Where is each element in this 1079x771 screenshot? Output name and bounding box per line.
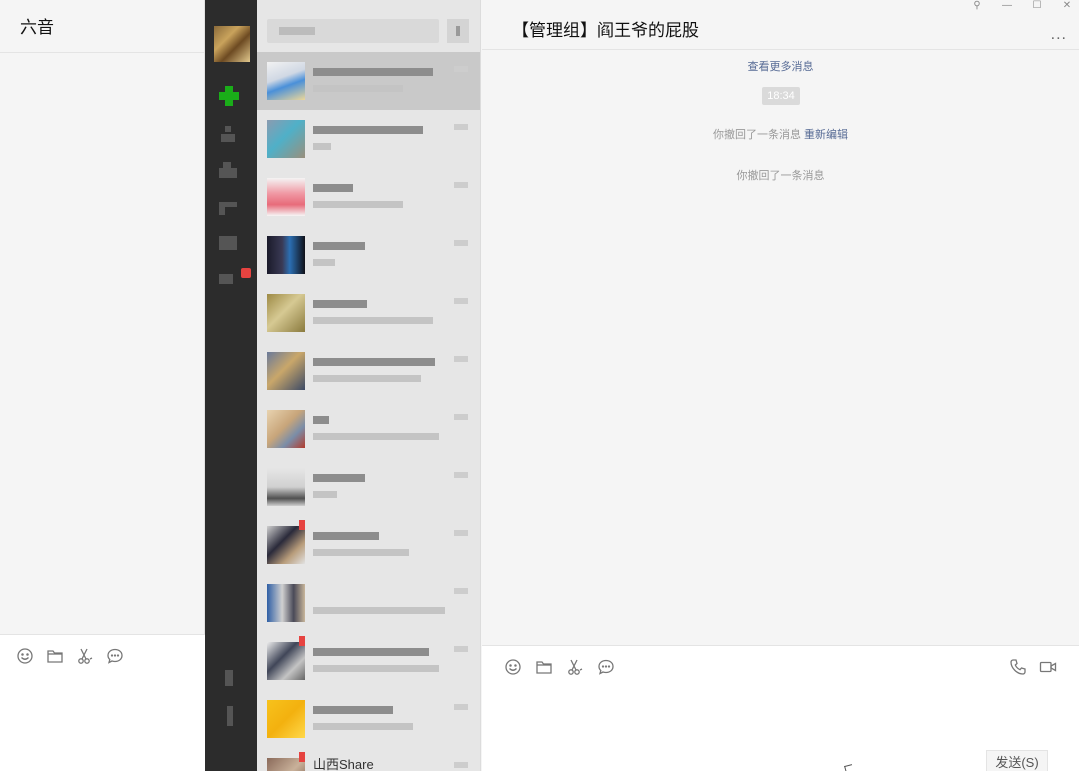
window-controls: ⚲ — ☐ ✕ <box>971 0 1073 11</box>
search-bar <box>257 0 480 52</box>
mouse-cursor <box>844 764 854 771</box>
chat-avatar <box>267 468 305 506</box>
notification-badge <box>241 268 251 278</box>
send-button[interactable]: 发送(S) <box>986 750 1048 771</box>
chat-avatar <box>267 178 305 216</box>
add-chat-button[interactable] <box>447 19 469 43</box>
chat-list-item[interactable] <box>257 632 480 690</box>
recall-notice: 你撤回了一条消息 <box>712 129 801 141</box>
chat-list-item[interactable] <box>257 342 480 400</box>
scissors-icon[interactable] <box>566 658 584 676</box>
reedit-link[interactable]: 重新编辑 <box>804 129 848 141</box>
chat-list-item[interactable] <box>257 284 480 342</box>
timestamp-chip: 18:34 <box>762 87 800 105</box>
phone-icon[interactable] <box>1009 658 1027 676</box>
chat-list-item[interactable] <box>257 690 480 748</box>
wechat-desktop: 六音 山西Share 【管理组】阎王爷的屁股 ⚲ — ☐ ✕ ... 查看更多消… <box>0 0 1079 771</box>
chat-avatar <box>267 62 305 100</box>
favorites-icon[interactable] <box>219 160 239 180</box>
more-options-button[interactable]: ... <box>1051 26 1067 44</box>
chats-icon[interactable] <box>219 86 239 106</box>
maximize-icon[interactable]: ☐ <box>1031 0 1043 11</box>
moments-icon[interactable] <box>219 234 239 254</box>
chat-list-item-name: 山西Share <box>313 757 374 771</box>
system-message: 你撤回了一条消息 重新编辑 <box>482 126 1079 142</box>
chat-list-item[interactable] <box>257 226 480 284</box>
user-avatar[interactable] <box>214 26 250 62</box>
chat-list-item[interactable] <box>257 400 480 458</box>
folder-icon[interactable] <box>535 658 553 676</box>
files-icon[interactable] <box>219 198 239 218</box>
message-area: 查看更多消息 18:34 你撤回了一条消息 重新编辑 你撤回了一条消息 <box>482 50 1079 645</box>
conversation-pane: 【管理组】阎王爷的屁股 ⚲ — ☐ ✕ ... 查看更多消息 18:34 你撤回… <box>482 0 1079 771</box>
chat-list: 山西Share <box>257 0 481 771</box>
left-chat-title: 六音 <box>0 0 204 53</box>
left-chat-input-area[interactable] <box>0 634 205 771</box>
input-toolbar <box>482 646 1079 688</box>
message-input-area[interactable]: 发送(S) <box>482 645 1079 771</box>
left-chat-toolbar <box>0 635 205 677</box>
chat-avatar <box>267 352 305 390</box>
chat-list-item[interactable] <box>257 458 480 516</box>
chat-avatar <box>267 526 305 564</box>
emoji-icon[interactable] <box>16 647 34 665</box>
chat-avatar <box>267 294 305 332</box>
video-icon[interactable] <box>1039 658 1057 676</box>
chat-avatar <box>267 642 305 680</box>
left-chat-window: 六音 <box>0 0 205 771</box>
chat-avatar <box>267 120 305 158</box>
chat-avatar <box>267 584 305 622</box>
chat-list-item[interactable]: 山西Share <box>257 748 480 771</box>
chat-list-item[interactable] <box>257 168 480 226</box>
call-toolbar <box>1009 658 1057 676</box>
phone-sync-icon[interactable] <box>219 668 239 688</box>
mini-programs-icon[interactable] <box>219 268 239 288</box>
app-nav-bar <box>205 0 257 771</box>
pin-icon[interactable]: ⚲ <box>971 0 983 11</box>
chat-list-item[interactable] <box>257 52 480 110</box>
recall-notice: 你撤回了一条消息 <box>736 170 825 182</box>
folder-icon[interactable] <box>46 647 64 665</box>
chat-avatar <box>267 700 305 738</box>
conversation-header: 【管理组】阎王爷的屁股 ⚲ — ☐ ✕ ... <box>482 0 1079 50</box>
chat-avatar <box>267 410 305 448</box>
close-icon[interactable]: ✕ <box>1061 0 1073 11</box>
system-message: 你撤回了一条消息 <box>482 167 1079 183</box>
search-input[interactable] <box>267 19 439 43</box>
scissors-icon[interactable] <box>76 647 94 665</box>
chat-bubble-icon[interactable] <box>106 647 124 665</box>
search-placeholder <box>279 27 315 35</box>
unread-badge <box>299 752 305 762</box>
load-more-link[interactable]: 查看更多消息 <box>482 58 1079 74</box>
unread-badge <box>299 636 305 646</box>
emoji-icon[interactable] <box>504 658 522 676</box>
minimize-icon[interactable]: — <box>1001 0 1013 11</box>
unread-badge <box>299 520 305 530</box>
chat-list-item[interactable] <box>257 110 480 168</box>
chat-list-item[interactable] <box>257 516 480 574</box>
chat-avatar <box>267 236 305 274</box>
chat-list-item[interactable] <box>257 574 480 632</box>
chat-bubble-icon[interactable] <box>597 658 615 676</box>
contacts-icon[interactable] <box>219 124 239 144</box>
conversation-title: 【管理组】阎王爷的屁股 <box>512 21 699 40</box>
menu-icon[interactable] <box>219 706 239 726</box>
